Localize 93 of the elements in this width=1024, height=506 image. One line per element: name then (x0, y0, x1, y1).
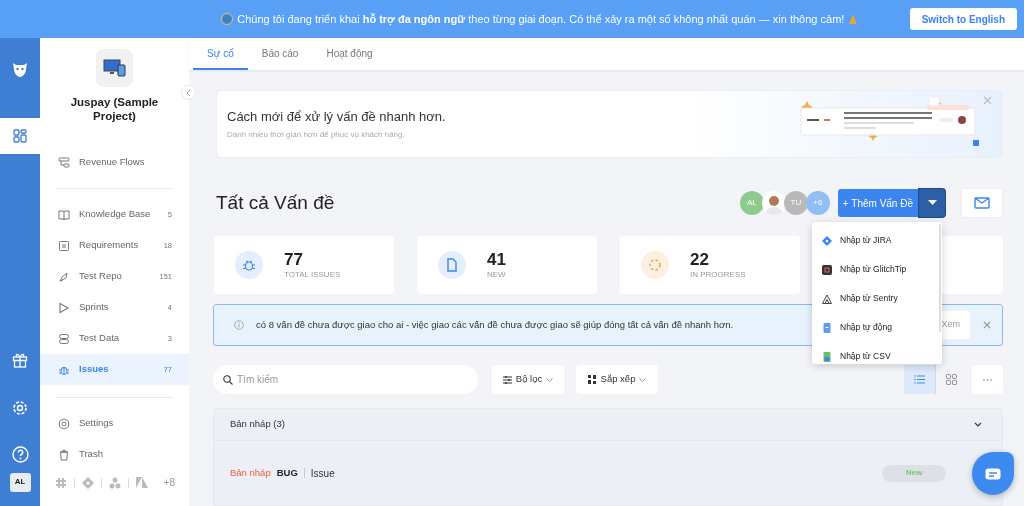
settings-icon (58, 417, 70, 430)
menu-item[interactable]: Nhập từ GlitchTip (812, 255, 942, 284)
sidebar-item-label: Test Data (79, 331, 120, 346)
status-badge: New (882, 464, 946, 482)
add-options-button[interactable] (919, 189, 945, 217)
database-icon (58, 332, 70, 345)
stat-value: 22 (690, 250, 710, 270)
menu-item[interactable]: Nhập từ JIRA (812, 226, 942, 255)
page-heading: Tất cả Vấn đề (216, 190, 335, 215)
type-label: BUG (276, 465, 298, 480)
user-avatar: AL (739, 191, 764, 215)
add-issue-button[interactable]: + Thêm Vấn Đề (837, 189, 918, 217)
chevron-down-icon[interactable] (974, 422, 982, 427)
sidebar-item-label: Sprints (79, 300, 109, 315)
promo-title: Cách mới để xử lý vấn đề nhanh hơn. (227, 107, 446, 126)
user-avatar: TU (783, 191, 808, 215)
project-name: Juspay (Sample Project) (69, 95, 160, 123)
sidebar-item[interactable]: Revenue Flows (40, 147, 189, 178)
gift-icon (12, 352, 28, 369)
grid-icon (945, 374, 957, 385)
tab[interactable]: Hoạt động (312, 38, 387, 70)
tab[interactable]: Báo cáo (247, 38, 313, 70)
sidebar-item[interactable]: Trash (40, 439, 189, 470)
book-icon (58, 208, 70, 221)
notice-text: có 8 vấn đề chưa được giao cho ai - việc giao các vấn đề chưa được giao sẽ giúp đóng tất cả vấn đề nhanh hơn. (256, 317, 734, 332)
sidebar-item-label: Test Repo (79, 269, 122, 284)
search-field[interactable]: Tìm kiếm (213, 365, 478, 394)
menu-item[interactable]: Nhập từ Sentry (812, 284, 942, 313)
trash-icon (58, 448, 70, 461)
triangle-icon (822, 293, 832, 304)
sort-button[interactable]: Sắp xếp (576, 365, 658, 394)
stat-label: IN PROGRESS (690, 270, 746, 280)
filter-button[interactable]: Bộ lọc (492, 365, 564, 394)
chevron-down-icon (546, 377, 554, 382)
diamond-icon (82, 476, 94, 489)
filter-icon (502, 375, 512, 384)
promo-subtitle: Dành nhiều thời gian hơn để phục vụ khách hàng. (227, 129, 406, 142)
close-icon[interactable] (983, 96, 992, 105)
group-title: Bản nháp (3) (230, 417, 285, 432)
sidebar-item-label: Requirements (79, 238, 139, 253)
caret-down-icon (927, 200, 937, 206)
user-avatar[interactable]: AL (9, 472, 31, 492)
sidebar-item-label: Settings (79, 416, 114, 431)
app-icon (822, 264, 832, 275)
sort-icon (587, 375, 597, 384)
search-icon (223, 374, 233, 385)
user-avatar: +6 (805, 191, 830, 215)
bug-icon (242, 258, 256, 272)
stat-value: 77 (284, 250, 304, 270)
devices-icon (102, 59, 127, 77)
stat-label: NEW (487, 270, 506, 280)
search-input[interactable]: Tìm kiếm (237, 372, 468, 387)
diamond-icon (822, 235, 832, 246)
sidebar-item-label: Knowledge Base (79, 207, 151, 222)
stat-label: TOTAL ISSUES (284, 270, 341, 280)
hash-icon (55, 476, 67, 489)
dots-icon (109, 476, 121, 489)
mail-icon (974, 197, 990, 209)
close-icon[interactable] (983, 321, 991, 329)
settings-icon (12, 399, 28, 416)
issue-title: Issue (310, 466, 335, 481)
collapse-sidebar-button[interactable] (181, 85, 196, 100)
sidebar-item-label: Revenue Flows (79, 155, 145, 170)
tab[interactable]: Sự cố (193, 38, 248, 70)
status-label: Bản nháp (230, 465, 271, 480)
chevron-down-icon (639, 377, 647, 382)
file-icon (822, 322, 832, 333)
sidebar-item[interactable]: Settings (40, 408, 189, 439)
chevron-left-icon (185, 88, 192, 97)
spreadsheet-icon (822, 351, 832, 362)
announcement-text: Chúng tôi đang triển khai hỗ trợ đa ngôn ngữ theo từng giai đoạn. Có thể xảy ra một số không nhất quán — xin thông cảm! (237, 11, 845, 28)
more-icon (983, 378, 992, 381)
chat-icon (985, 467, 1001, 480)
help-icon (11, 446, 29, 464)
loading-icon (648, 258, 662, 272)
stat-value: 41 (487, 250, 506, 270)
rail-item[interactable] (0, 118, 40, 154)
mail-button[interactable] (961, 188, 1003, 218)
more-integrations-count: +8 (163, 476, 175, 490)
sidebar-item-label: Issues (79, 362, 109, 377)
globe-icon (221, 13, 234, 25)
document-icon (58, 239, 70, 252)
switch-language-button[interactable]: Switch to English (909, 8, 1017, 30)
info-icon (234, 320, 244, 330)
dashboard-icon (13, 128, 27, 143)
list-icon (914, 374, 925, 385)
flow-icon (58, 156, 70, 169)
document-icon (445, 258, 459, 272)
menu-item[interactable]: Nhập từ CSV (812, 342, 942, 364)
view-toggle[interactable] (904, 365, 935, 394)
issue-row[interactable]: Bản nháp BUG Issue New (214, 441, 962, 505)
play-icon (58, 301, 70, 314)
sidebar-item-label: Trash (79, 447, 103, 462)
